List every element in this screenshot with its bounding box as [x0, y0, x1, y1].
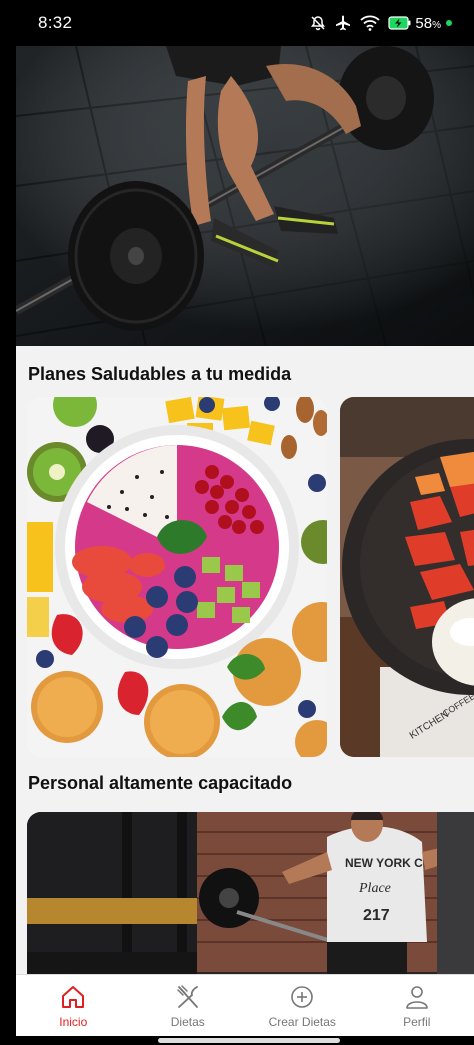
status-bar: 8:32 58% — [0, 0, 474, 46]
battery-unit: % — [432, 19, 441, 31]
svg-text:Place: Place — [358, 881, 391, 896]
home-indicator[interactable] — [158, 1038, 340, 1043]
privacy-dot-icon — [446, 20, 452, 26]
battery-indicator: 58% — [388, 15, 452, 32]
nav-label-inicio: Inicio — [59, 1014, 88, 1029]
nav-item-dietas[interactable]: Dietas — [131, 975, 246, 1036]
bottom-navigation: Inicio Dietas Crear Dietas Perfil — [16, 974, 474, 1036]
nav-item-inicio[interactable]: Inicio — [16, 975, 131, 1036]
section-title-personal: Personal altamente capacitado — [28, 773, 293, 793]
airplane-mode-icon — [334, 14, 352, 32]
nav-label-crear-dietas: Crear Dietas — [268, 1014, 336, 1029]
status-icons: 58% — [310, 14, 452, 32]
battery-percent: 58 — [415, 14, 433, 32]
home-icon — [59, 983, 87, 1011]
fork-knife-icon — [174, 983, 202, 1011]
user-icon — [403, 983, 431, 1011]
nav-item-perfil[interactable]: Perfil — [360, 975, 474, 1036]
diet-plan-card-fruit-bowl[interactable] — [27, 397, 327, 757]
nav-label-dietas: Dietas — [170, 1014, 205, 1029]
section-title-planes: Planes Saludables a tu medida — [28, 364, 292, 384]
app-screen: Planes Saludables a tu medida KITCHEN CO… — [16, 46, 474, 1036]
nav-label-perfil: Perfil — [403, 1014, 431, 1029]
diet-plan-card-tomato-plate[interactable]: KITCHEN COFFEE — [340, 397, 474, 757]
wifi-icon — [360, 15, 381, 31]
nav-item-crear-dietas[interactable]: Crear Dietas — [245, 975, 360, 1036]
hero-image — [16, 46, 474, 346]
battery-charging-icon — [388, 16, 412, 30]
plus-circle-icon — [288, 983, 316, 1011]
svg-text:217: 217 — [363, 907, 390, 924]
status-time: 8:32 — [38, 13, 73, 32]
mute-icon — [310, 15, 326, 31]
